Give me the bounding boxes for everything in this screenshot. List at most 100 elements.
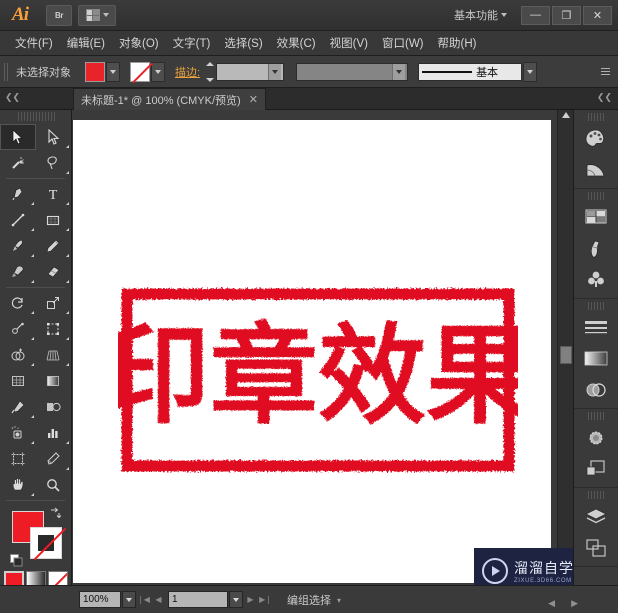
- brush-definition-field[interactable]: 基本: [418, 62, 523, 81]
- dock-group-grip[interactable]: [586, 412, 606, 420]
- menu-select[interactable]: 选择(S): [217, 32, 269, 54]
- menu-effect[interactable]: 效果(C): [270, 32, 323, 54]
- direct-selection-tool[interactable]: [36, 124, 72, 150]
- stroke-dropdown-arrow[interactable]: [151, 61, 165, 82]
- artboard[interactable]: 印章效果: [73, 120, 551, 583]
- zoom-tool[interactable]: [36, 472, 72, 498]
- stroke-profile-field[interactable]: [296, 62, 409, 81]
- mesh-tool[interactable]: [0, 368, 36, 394]
- control-panel-menu-icon[interactable]: [596, 65, 610, 79]
- brush-definition-dropdown-arrow[interactable]: [523, 61, 538, 82]
- symbols-panel-icon[interactable]: [574, 264, 618, 295]
- artboard-tool[interactable]: [0, 446, 36, 472]
- arrange-documents-button[interactable]: [78, 4, 116, 26]
- canvas-area[interactable]: 印章效果: [72, 110, 573, 585]
- stroke-weight-field[interactable]: [216, 62, 285, 81]
- menu-view[interactable]: 视图(V): [323, 32, 375, 54]
- scroll-right-icon[interactable]: ▶: [571, 598, 578, 609]
- menu-edit[interactable]: 编辑(E): [60, 32, 112, 54]
- horizontal-scrollbar[interactable]: ◀ ▶: [548, 598, 578, 609]
- close-button[interactable]: ✕: [583, 5, 612, 25]
- eyedropper-tool[interactable]: [0, 394, 36, 420]
- menu-type[interactable]: 文字(T): [166, 32, 218, 54]
- paintbrush-tool[interactable]: [0, 233, 36, 259]
- workspace-switcher[interactable]: 基本功能: [454, 7, 507, 23]
- left-dock-collapse-icon[interactable]: ❮❮: [5, 92, 20, 103]
- right-dock-collapse-icon[interactable]: ❮❮: [597, 92, 612, 103]
- dock-group-grip[interactable]: [586, 491, 606, 499]
- hand-tool[interactable]: [0, 472, 36, 498]
- dock-group-grip[interactable]: [586, 302, 606, 310]
- stroke-color-control[interactable]: [130, 61, 165, 82]
- stroke-weight-stepper[interactable]: [206, 61, 216, 82]
- dock-group-appearance: [574, 412, 618, 488]
- document-tab[interactable]: 未标题-1* @ 100% (CMYK/预览) ✕: [73, 88, 266, 110]
- swap-fill-stroke-icon[interactable]: [49, 507, 61, 519]
- vertical-scrollbar[interactable]: [557, 110, 573, 585]
- fill-dropdown-arrow[interactable]: [106, 61, 120, 82]
- swatches-panel-icon[interactable]: [574, 202, 618, 233]
- default-fill-stroke-icon[interactable]: [10, 554, 23, 567]
- stroke-color-swatch[interactable]: [30, 527, 67, 561]
- stroke-profile-dropdown-arrow[interactable]: [392, 63, 406, 80]
- stroke-weight-link[interactable]: 描边:: [175, 64, 200, 80]
- tools-panel-grip[interactable]: [16, 112, 55, 121]
- menu-object[interactable]: 对象(O): [112, 32, 166, 54]
- type-tool[interactable]: T: [36, 181, 72, 207]
- eraser-tool[interactable]: [36, 259, 72, 285]
- control-bar-grip[interactable]: [4, 62, 10, 81]
- dock-group-grip[interactable]: [586, 113, 606, 121]
- menu-window[interactable]: 窗口(W): [375, 32, 431, 54]
- stroke-swatch-none[interactable]: [130, 61, 150, 82]
- appearance-panel-icon[interactable]: [574, 422, 618, 453]
- lasso-tool[interactable]: [36, 150, 72, 176]
- menu-file[interactable]: 文件(F): [8, 32, 60, 54]
- artboards-panel-icon[interactable]: [574, 532, 618, 563]
- fill-swatch[interactable]: [85, 61, 105, 82]
- play-icon: [482, 558, 508, 584]
- layers-panel-icon[interactable]: [574, 501, 618, 532]
- blob-brush-tool[interactable]: [0, 259, 36, 285]
- scroll-left-icon[interactable]: ◀: [548, 598, 555, 609]
- dock-group-grip[interactable]: [586, 192, 606, 200]
- rectangle-tool[interactable]: [36, 207, 72, 233]
- color-guide-panel-icon[interactable]: [574, 154, 618, 185]
- brush-definition-control[interactable]: 基本: [418, 61, 538, 82]
- slice-tool[interactable]: [36, 446, 72, 472]
- selection-tool[interactable]: [0, 124, 36, 150]
- status-dropdown-arrow[interactable]: ▾: [337, 596, 341, 605]
- watermark-title: 溜溜自学: [514, 560, 574, 576]
- column-graph-tool[interactable]: [36, 420, 72, 446]
- scroll-up-icon[interactable]: [562, 112, 570, 118]
- pen-tool[interactable]: [0, 181, 36, 207]
- width-tool[interactable]: [0, 316, 36, 342]
- dock-group-layers: [574, 491, 618, 567]
- transparency-panel-icon[interactable]: [574, 374, 618, 405]
- vertical-scroll-thumb[interactable]: [560, 346, 572, 364]
- perspective-grid-tool[interactable]: [36, 342, 72, 368]
- tab-close-icon[interactable]: ✕: [249, 93, 258, 106]
- stroke-weight-dropdown-arrow[interactable]: [268, 63, 282, 80]
- line-segment-tool[interactable]: [0, 207, 36, 233]
- status-text: 编组选择: [287, 594, 331, 607]
- blend-tool[interactable]: [36, 394, 72, 420]
- stamp-artwork[interactable]: 印章效果: [118, 285, 518, 475]
- menu-help[interactable]: 帮助(H): [431, 32, 484, 54]
- symbol-sprayer-tool[interactable]: [0, 420, 36, 446]
- minimize-button[interactable]: —: [521, 5, 550, 25]
- maximize-button[interactable]: ❐: [552, 5, 581, 25]
- scale-tool[interactable]: [36, 290, 72, 316]
- gradient-tool[interactable]: [36, 368, 72, 394]
- brushes-panel-icon[interactable]: [574, 233, 618, 264]
- color-panel-icon[interactable]: [574, 123, 618, 154]
- free-transform-tool[interactable]: [36, 316, 72, 342]
- magic-wand-tool[interactable]: [0, 150, 36, 176]
- stroke-panel-icon[interactable]: [574, 312, 618, 343]
- bridge-button[interactable]: Br: [46, 4, 72, 26]
- rotate-tool[interactable]: [0, 290, 36, 316]
- shape-builder-tool[interactable]: [0, 342, 36, 368]
- fill-color-control[interactable]: [85, 61, 120, 82]
- pathfinder-panel-icon[interactable]: [574, 453, 618, 484]
- gradient-panel-icon[interactable]: [574, 343, 618, 374]
- pencil-tool[interactable]: [36, 233, 72, 259]
